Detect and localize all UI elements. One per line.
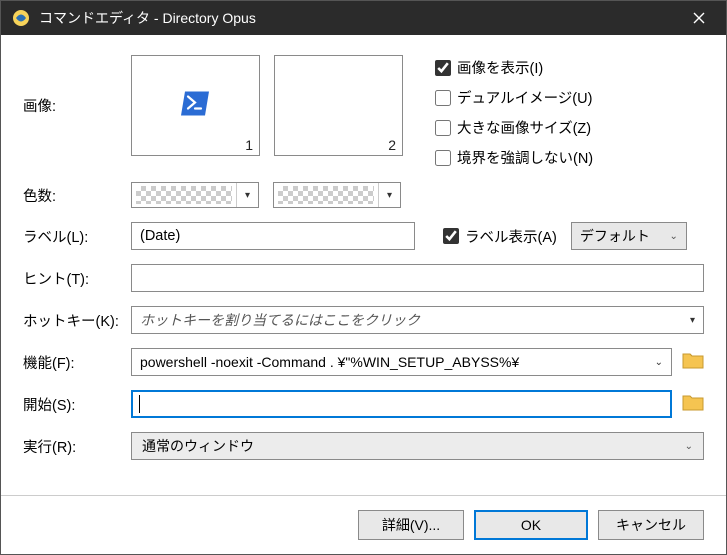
chevron-down-icon: ▾: [236, 183, 258, 207]
titlebar: コマンドエディタ - Directory Opus: [1, 1, 726, 35]
colors-label: 色数:: [23, 185, 131, 206]
label-color-select[interactable]: デフォルト⌄: [571, 222, 687, 250]
footer: 詳細(V)... OK キャンセル: [1, 495, 726, 554]
bg-color-picker[interactable]: ▾: [273, 182, 401, 208]
label-input[interactable]: [131, 222, 415, 250]
powershell-icon: [181, 91, 211, 120]
startin-label: 開始(S):: [23, 394, 131, 415]
hotkey-field[interactable]: ホットキーを割り当てるにはここをクリック ▾: [131, 306, 704, 334]
hint-label: ヒント(T):: [23, 268, 131, 289]
run-label: 実行(R):: [23, 436, 131, 457]
startin-input[interactable]: [131, 390, 672, 418]
show-image-checkbox[interactable]: 画像を表示(I): [435, 57, 593, 78]
large-image-checkbox[interactable]: 大きな画像サイズ(Z): [435, 117, 593, 138]
chevron-down-icon: ▾: [690, 315, 695, 326]
image-slot-2-number: 2: [388, 137, 396, 153]
function-label: 機能(F):: [23, 352, 131, 373]
function-browse-button[interactable]: [682, 350, 704, 375]
chevron-down-icon: ⌄: [685, 441, 693, 452]
image-label: 画像:: [23, 55, 131, 116]
run-select[interactable]: 通常のウィンドウ ⌄: [131, 432, 704, 460]
chevron-down-icon: ⌄: [669, 231, 677, 242]
image-slot-1[interactable]: 1: [131, 55, 260, 156]
show-label-checkbox[interactable]: ラベル表示(A): [443, 226, 557, 247]
cancel-button[interactable]: キャンセル: [598, 510, 704, 540]
no-border-checkbox[interactable]: 境界を強調しない(N): [435, 147, 593, 168]
advanced-button[interactable]: 詳細(V)...: [358, 510, 464, 540]
function-input[interactable]: powershell -noexit -Command . ¥"%WIN_SET…: [131, 348, 672, 376]
chevron-down-icon: ⌄: [655, 357, 663, 368]
close-button[interactable]: [676, 1, 722, 35]
ok-button[interactable]: OK: [474, 510, 588, 540]
label-label: ラベル(L):: [23, 226, 131, 247]
hint-input[interactable]: [131, 264, 704, 292]
image-slot-1-number: 1: [245, 137, 253, 153]
startin-browse-button[interactable]: [682, 392, 704, 417]
chevron-down-icon: ▾: [378, 183, 400, 207]
text-color-picker[interactable]: ▾: [131, 182, 259, 208]
folder-icon: [682, 350, 704, 370]
window-title: コマンドエディタ - Directory Opus: [39, 8, 676, 28]
image-slot-2[interactable]: 2: [274, 55, 403, 156]
close-icon: [693, 12, 705, 24]
folder-icon: [682, 392, 704, 412]
dual-image-checkbox[interactable]: デュアルイメージ(U): [435, 87, 593, 108]
form: 画像: 1 2 画像を表示(I) デュアルイメージ(U) 大きな画像サイズ(Z)…: [1, 35, 726, 495]
app-icon: [11, 8, 31, 28]
hotkey-label: ホットキー(K):: [23, 310, 131, 331]
